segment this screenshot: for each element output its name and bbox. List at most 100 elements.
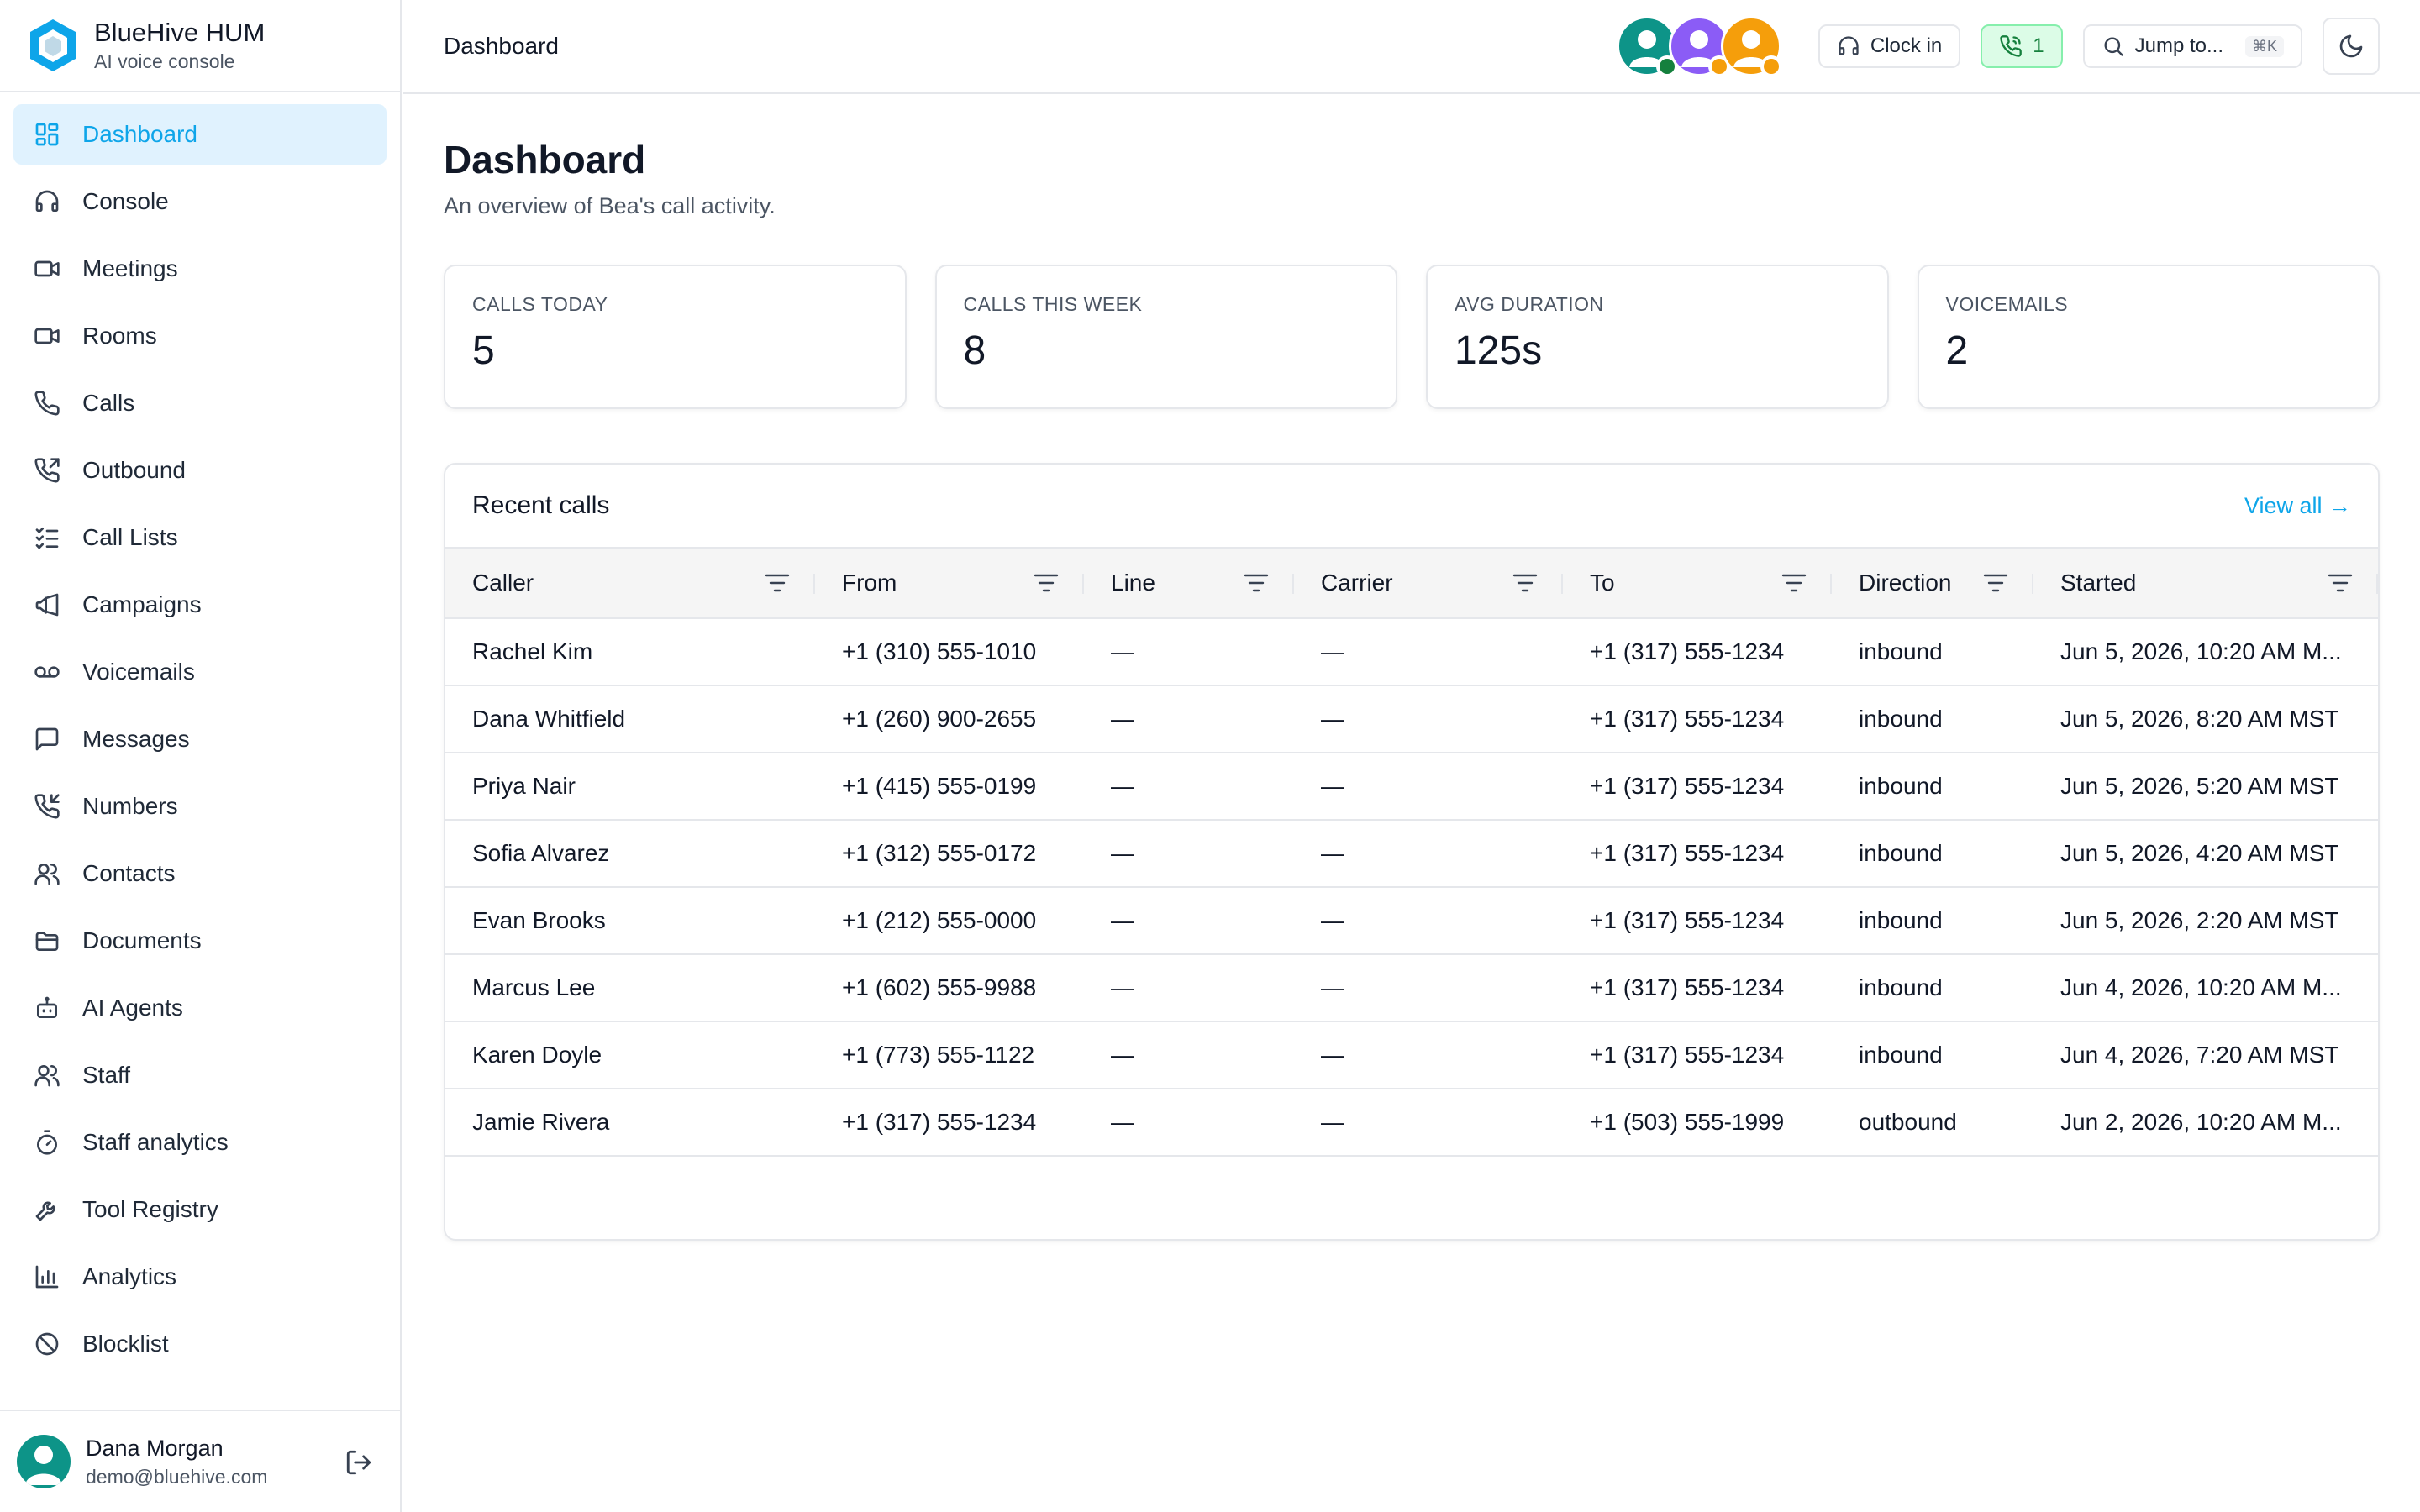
- headset-icon: [1839, 36, 1859, 55]
- table-row[interactable]: Sofia Alvarez +1 (312) 555-0172 — — +1 (317)…: [445, 820, 2378, 887]
- table-row[interactable]: Dana Whitfield +1 (260) 900-2655 — — +1 (317…: [445, 685, 2378, 753]
- table-cell: Jun 2, 2026, 10:20 AM M...: [2060, 1109, 2342, 1135]
- headset-icon: [34, 188, 60, 215]
- filter-icon[interactable]: [1244, 572, 1269, 594]
- column-header-line[interactable]: Line: [1084, 548, 1294, 618]
- folder-icon: [34, 927, 60, 954]
- sidebar-item-numbers[interactable]: Numbers: [13, 776, 387, 837]
- table-cell: inbound: [1859, 1042, 1943, 1068]
- table-cell: +1 (317) 555-1234: [1590, 840, 1785, 866]
- sidebar-item-console[interactable]: Console: [13, 171, 387, 232]
- video-icon: [34, 323, 60, 349]
- table-cell: inbound: [1859, 907, 1943, 933]
- sidebar-item-label: Meetings: [82, 255, 178, 281]
- table-cell: Rachel Kim: [472, 638, 593, 664]
- users-icon: [34, 1062, 60, 1089]
- sidebar-item-rooms[interactable]: Rooms: [13, 306, 387, 366]
- table-cell: Jun 5, 2026, 2:20 AM MST: [2060, 907, 2339, 933]
- sidebar-item-voicemails[interactable]: Voicemails: [13, 642, 387, 702]
- jump-to-search[interactable]: Jump to... ⌘K: [2082, 24, 2302, 68]
- column-header-caller[interactable]: Caller: [445, 548, 815, 618]
- sidebar-item-outbound[interactable]: Outbound: [13, 440, 387, 501]
- column-header-to[interactable]: To: [1563, 548, 1832, 618]
- clock-in-button[interactable]: Clock in: [1818, 24, 1961, 68]
- table-cell: Jun 5, 2026, 5:20 AM MST: [2060, 773, 2339, 799]
- stat-label: CALLS THIS WEEK: [963, 293, 1143, 315]
- table-cell: Sofia Alvarez: [472, 840, 610, 866]
- page-description: An overview of Bea's call activity.: [444, 193, 776, 218]
- moon-icon: [2339, 34, 2363, 58]
- table-cell: inbound: [1859, 773, 1943, 799]
- table-cell: +1 (317) 555-1234: [1590, 1042, 1785, 1068]
- table-row[interactable]: Priya Nair +1 (415) 555-0199 — — +1 (317) 55…: [445, 753, 2378, 820]
- phone-outgoing-icon: [34, 457, 60, 484]
- sidebar-item-contacts[interactable]: Contacts: [13, 843, 387, 904]
- user-profile[interactable]: Dana Morgan demo@bluehive.com: [0, 1410, 400, 1512]
- table-cell: Karen Doyle: [472, 1042, 602, 1068]
- sidebar-item-meetings[interactable]: Meetings: [13, 239, 387, 299]
- users-icon: [34, 860, 60, 887]
- user-name: Dana Morgan: [86, 1436, 224, 1461]
- table-cell: —: [1111, 706, 1134, 732]
- view-all-link[interactable]: View all →: [2244, 493, 2351, 519]
- filter-icon[interactable]: [1781, 572, 1807, 594]
- logout-icon[interactable]: [345, 1448, 373, 1477]
- column-header-direction[interactable]: Direction: [1832, 548, 2033, 618]
- wrench-icon: [34, 1196, 60, 1223]
- avatar[interactable]: [1720, 16, 1782, 77]
- filter-icon[interactable]: [1512, 572, 1538, 594]
- shortcut-hint: ⌘K: [2244, 35, 2284, 57]
- staff-presence-avatars[interactable]: [1616, 16, 1782, 77]
- phone-incoming-icon: [34, 793, 60, 820]
- table-cell: +1 (503) 555-1999: [1590, 1109, 1785, 1135]
- theme-toggle-button[interactable]: [2323, 18, 2380, 75]
- sidebar-item-staff-analytics[interactable]: Staff analytics: [13, 1112, 387, 1173]
- table-row[interactable]: Marcus Lee +1 (602) 555-9988 — — +1 (317) 55…: [445, 954, 2378, 1021]
- table-row[interactable]: Evan Brooks +1 (212) 555-0000 — — +1 (317) 5…: [445, 887, 2378, 954]
- table-row[interactable]: Rachel Kim +1 (310) 555-1010 — — +1 (317) 55…: [445, 618, 2378, 685]
- filter-icon[interactable]: [1983, 572, 2008, 594]
- topbar: Dashboard Clock in 1 Jump to... ⌘K: [403, 0, 2420, 94]
- table-row[interactable]: Jamie Rivera +1 (317) 555-1234 — — +1 (503) …: [445, 1089, 2378, 1156]
- table-cell: inbound: [1859, 638, 1943, 664]
- table-cell: —: [1111, 974, 1134, 1000]
- table-cell: +1 (317) 555-1234: [1590, 974, 1785, 1000]
- table-cell: +1 (260) 900-2655: [842, 706, 1037, 732]
- sidebar-item-tool-registry[interactable]: Tool Registry: [13, 1179, 387, 1240]
- breadcrumb: Dashboard: [444, 33, 559, 59]
- jump-to-placeholder: Jump to...: [2134, 34, 2223, 57]
- column-header-started[interactable]: Started: [2033, 548, 2378, 618]
- sidebar-item-calls[interactable]: Calls: [13, 373, 387, 433]
- brand-header[interactable]: BlueHive HUM AI voice console: [0, 0, 400, 92]
- filter-icon[interactable]: [765, 572, 790, 594]
- sidebar-item-blocklist[interactable]: Blocklist: [13, 1314, 387, 1374]
- table-row[interactable]: Karen Doyle +1 (773) 555-1122 — — +1 (317) 5…: [445, 1021, 2378, 1089]
- sidebar-item-messages[interactable]: Messages: [13, 709, 387, 769]
- filter-icon[interactable]: [2328, 572, 2353, 594]
- table-cell: Dana Whitfield: [472, 706, 626, 732]
- column-header-carrier[interactable]: Carrier: [1294, 548, 1563, 618]
- filter-icon[interactable]: [1034, 572, 1059, 594]
- sidebar-item-label: Tool Registry: [82, 1196, 218, 1222]
- active-calls-button[interactable]: 1: [1981, 24, 2063, 68]
- stat-value: 5: [472, 328, 495, 373]
- sidebar-item-analytics[interactable]: Analytics: [13, 1247, 387, 1307]
- sidebar-item-ai-agents[interactable]: AI Agents: [13, 978, 387, 1038]
- stat-card-calls-today: CALLS TODAY 5: [444, 265, 907, 409]
- sidebar-item-dashboard[interactable]: Dashboard: [13, 104, 387, 165]
- column-header-from[interactable]: From: [815, 548, 1084, 618]
- video-icon: [34, 255, 60, 282]
- sidebar-item-a2p-brand[interactable]: A2P / Brand: [13, 1381, 387, 1398]
- sidebar-item-staff[interactable]: Staff: [13, 1045, 387, 1105]
- sidebar-item-call-lists[interactable]: Call Lists: [13, 507, 387, 568]
- sidebar-item-campaigns[interactable]: Campaigns: [13, 575, 387, 635]
- sidebar-item-label: AI Agents: [82, 995, 183, 1021]
- column-header-label: Carrier: [1321, 570, 1393, 596]
- table-cell: —: [1111, 1109, 1134, 1135]
- sidebar-item-documents[interactable]: Documents: [13, 911, 387, 971]
- table-cell: Jun 5, 2026, 4:20 AM MST: [2060, 840, 2339, 866]
- sidebar-item-label: Analytics: [82, 1263, 177, 1289]
- stat-card-calls-this-week: CALLS THIS WEEK 8: [934, 265, 1397, 409]
- sidebar-item-label: Documents: [82, 927, 202, 953]
- stats-row: CALLS TODAY 5 CALLS THIS WEEK 8 AVG DURA…: [444, 265, 2380, 409]
